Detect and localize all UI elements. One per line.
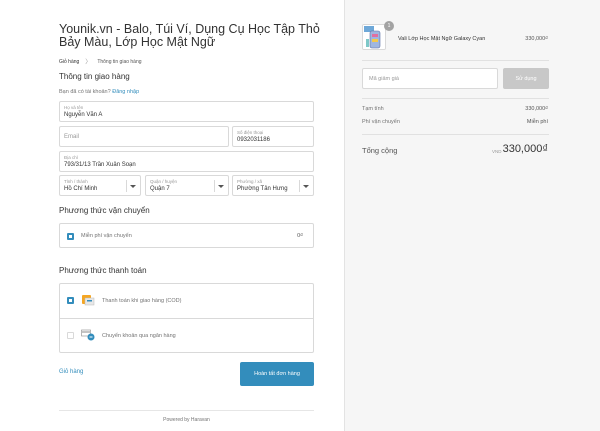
- powered-by: Powered by Haravan: [163, 417, 210, 423]
- ward-value: Phường Tân Hưng: [237, 186, 288, 192]
- district-select[interactable]: Quận / huyện Quận 7: [145, 175, 229, 196]
- product-quantity-badge: 1: [384, 21, 394, 31]
- full-name-field[interactable]: Họ và tên Nguyễn Văn A: [59, 101, 314, 122]
- payment-option-bank[interactable]: Chuyển khoản qua ngân hàng: [60, 319, 313, 352]
- phone-field[interactable]: Số điện thoại 0932031186: [232, 126, 314, 147]
- province-label: Tỉnh / thành: [64, 179, 88, 184]
- address-value: 793/31/13 Trần Xuân Soạn: [64, 162, 136, 168]
- breadcrumb-cart-link[interactable]: Giỏ hàng: [59, 59, 79, 65]
- shipping-option-checkbox[interactable]: [67, 233, 74, 240]
- shipping-fee-label: Phí vận chuyển: [362, 119, 400, 125]
- payment-methods-box: Thanh toán khi giao hàng (COD) Chuyển kh…: [59, 283, 314, 353]
- complete-order-button[interactable]: Hoàn tất đơn hàng: [240, 362, 314, 386]
- ward-select[interactable]: Phường / xã Phường Tân Hưng: [232, 175, 314, 196]
- footer-divider: [59, 410, 314, 411]
- summary-divider-1: [362, 60, 549, 61]
- discount-placeholder: Mã giảm giá: [369, 76, 399, 82]
- shop-title[interactable]: Younik.vn - Balo, Túi Ví, Dụng Cụ Học Tậ…: [59, 23, 329, 49]
- email-placeholder: Email: [64, 134, 80, 140]
- ward-chevron-down-icon: [303, 185, 309, 188]
- subtotal-label: Tạm tính: [362, 106, 384, 112]
- ward-label: Phường / xã: [237, 179, 262, 184]
- login-link[interactable]: Đăng nhập: [112, 89, 139, 95]
- apply-discount-button[interactable]: Sử dụng: [503, 68, 549, 89]
- shipping-method-title: Phương thức vận chuyển: [59, 206, 150, 215]
- payment-cod-checkbox[interactable]: [67, 297, 74, 304]
- product-image: [363, 25, 385, 49]
- district-chevron-down-icon: [218, 185, 224, 188]
- phone-value: 0932031186: [237, 137, 270, 143]
- shipping-option-price: 0₫: [297, 233, 303, 239]
- summary-divider-2: [362, 98, 549, 99]
- payment-bank-label: Chuyển khoản qua ngân hàng: [102, 333, 176, 339]
- product-thumbnail: [362, 24, 386, 50]
- province-value: Hồ Chí Minh: [64, 186, 98, 192]
- login-prompt: Bạn đã có tài khoản? Đăng nhập: [59, 89, 139, 95]
- breadcrumb: Giỏ hàng 〉 Thông tin giao hàng: [59, 57, 142, 67]
- district-value: Quận 7: [150, 186, 170, 192]
- full-name-value: Nguyễn Văn A: [64, 112, 103, 118]
- email-field[interactable]: Email: [59, 126, 229, 147]
- total-value: 330,000₫: [502, 143, 548, 155]
- order-summary-sidebar: [344, 0, 600, 431]
- total-label: Tổng cộng: [362, 146, 398, 155]
- address-field[interactable]: Địa chỉ 793/31/13 Trần Xuân Soạn: [59, 151, 314, 172]
- product-name: Vali Lớp Học Mật Ngữ Galaxy Cyan: [398, 36, 486, 42]
- discount-code-input[interactable]: Mã giảm giá: [362, 68, 498, 89]
- subtotal-value: 330,000₫: [525, 106, 548, 112]
- full-name-label: Họ và tên: [64, 105, 84, 110]
- checkout-main: Younik.vn - Balo, Túi Ví, Dụng Cụ Học Tậ…: [0, 0, 344, 431]
- back-to-cart-link[interactable]: Giỏ hàng: [59, 369, 83, 375]
- total-currency: VND: [492, 149, 502, 154]
- product-price: 330,000₫: [525, 36, 548, 42]
- breadcrumb-current: Thông tin giao hàng: [97, 58, 142, 65]
- shipping-fee-value: Miễn phí: [526, 119, 548, 125]
- login-prompt-text: Bạn đã có tài khoản?: [59, 89, 111, 95]
- payment-bank-checkbox[interactable]: [67, 332, 74, 339]
- address-label: Địa chỉ: [64, 155, 78, 160]
- shipping-option[interactable]: Miễn phí vận chuyển 0₫: [59, 223, 314, 248]
- shipping-info-title: Thông tin giao hàng: [59, 72, 130, 81]
- cod-icon: [82, 295, 95, 306]
- phone-label: Số điện thoại: [237, 130, 264, 135]
- bank-transfer-icon: [81, 329, 95, 341]
- shipping-option-label: Miễn phí vận chuyển: [81, 233, 132, 239]
- province-select[interactable]: Tỉnh / thành Hồ Chí Minh: [59, 175, 141, 196]
- ward-divider: [299, 180, 300, 192]
- payment-method-title: Phương thức thanh toán: [59, 266, 147, 275]
- district-divider: [214, 180, 215, 192]
- province-divider: [126, 180, 127, 192]
- province-chevron-down-icon: [130, 185, 136, 188]
- district-label: Quận / huyện: [150, 179, 178, 184]
- payment-cod-label: Thanh toán khi giao hàng (COD): [102, 298, 182, 304]
- breadcrumb-separator-icon: 〉: [85, 60, 92, 66]
- payment-option-cod[interactable]: Thanh toán khi giao hàng (COD): [60, 284, 313, 319]
- summary-divider-3: [362, 134, 549, 135]
